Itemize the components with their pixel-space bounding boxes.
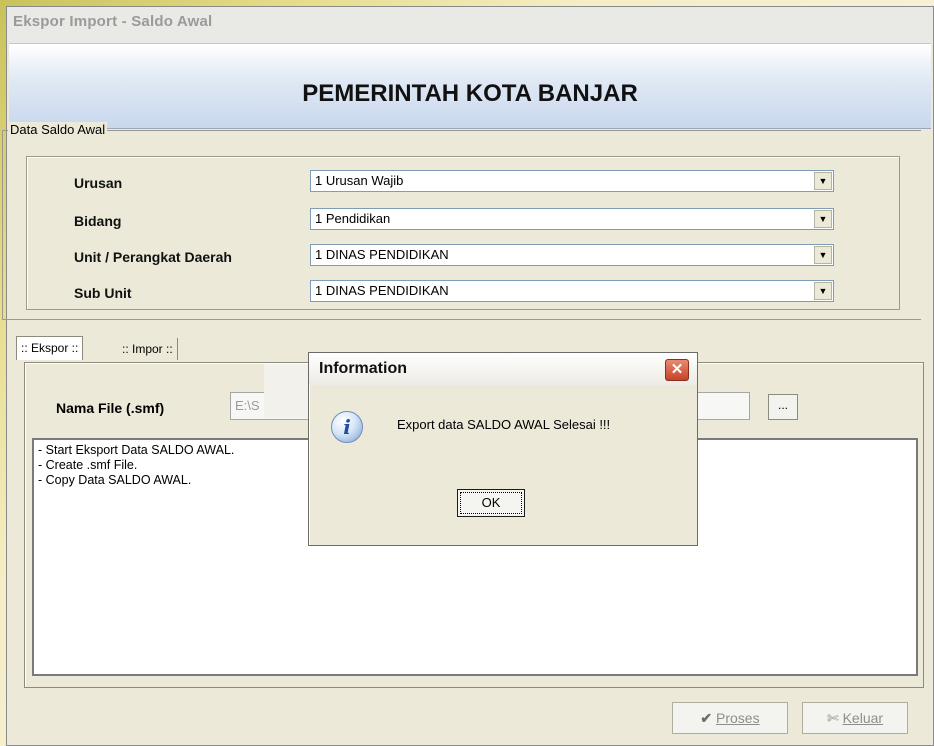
proses-label: Proses: [716, 710, 760, 726]
chevron-down-icon[interactable]: ▼: [814, 282, 832, 300]
urusan-combo[interactable]: 1 Urusan Wajib ▼: [310, 170, 834, 192]
subunit-value: 1 DINAS PENDIDIKAN: [315, 283, 449, 298]
dialog-title: Information: [309, 353, 697, 385]
chevron-down-icon[interactable]: ▼: [814, 172, 832, 190]
banner-title: PEMERINTAH KOTA BANJAR: [302, 80, 638, 107]
unit-value: 1 DINAS PENDIDIKAN: [315, 247, 449, 262]
tab-ekspor[interactable]: :: Ekspor ::: [16, 336, 84, 360]
unit-label: Unit / Perangkat Daerah: [74, 249, 232, 265]
information-dialog: Information ✕ i Export data SALDO AWAL S…: [308, 352, 698, 546]
chevron-down-icon[interactable]: ▼: [814, 246, 832, 264]
window-title: Ekspor Import - Saldo Awal: [7, 7, 933, 43]
bidang-label: Bidang: [74, 213, 122, 229]
close-icon[interactable]: ✕: [665, 359, 689, 381]
chevron-down-icon[interactable]: ▼: [814, 210, 832, 228]
banner: PEMERINTAH KOTA BANJAR: [9, 43, 931, 129]
subunit-combo[interactable]: 1 DINAS PENDIDIKAN ▼: [310, 280, 834, 302]
exit-icon: ✄: [826, 710, 839, 726]
proses-button[interactable]: ✔ Proses: [672, 702, 788, 734]
unit-combo[interactable]: 1 DINAS PENDIDIKAN ▼: [310, 244, 834, 266]
urusan-value: 1 Urusan Wajib: [315, 173, 404, 188]
info-icon: i: [331, 411, 363, 443]
group-label: Data Saldo Awal: [8, 122, 108, 137]
ok-button[interactable]: OK: [457, 489, 525, 517]
browse-button[interactable]: ...: [768, 394, 798, 420]
dialog-message: Export data SALDO AWAL Selesai !!!: [397, 417, 611, 432]
file-name-label: Nama File (.smf): [56, 400, 165, 416]
keluar-label: Keluar: [842, 710, 884, 726]
bidang-value: 1 Pendidikan: [315, 211, 391, 226]
dialog-shadow: [264, 364, 314, 418]
subunit-label: Sub Unit: [74, 285, 132, 301]
check-icon: ✔: [700, 710, 713, 726]
tab-impor[interactable]: :: Impor ::: [118, 338, 178, 360]
urusan-label: Urusan: [74, 175, 123, 191]
bidang-combo[interactable]: 1 Pendidikan ▼: [310, 208, 834, 230]
keluar-button[interactable]: ✄ Keluar: [802, 702, 908, 734]
